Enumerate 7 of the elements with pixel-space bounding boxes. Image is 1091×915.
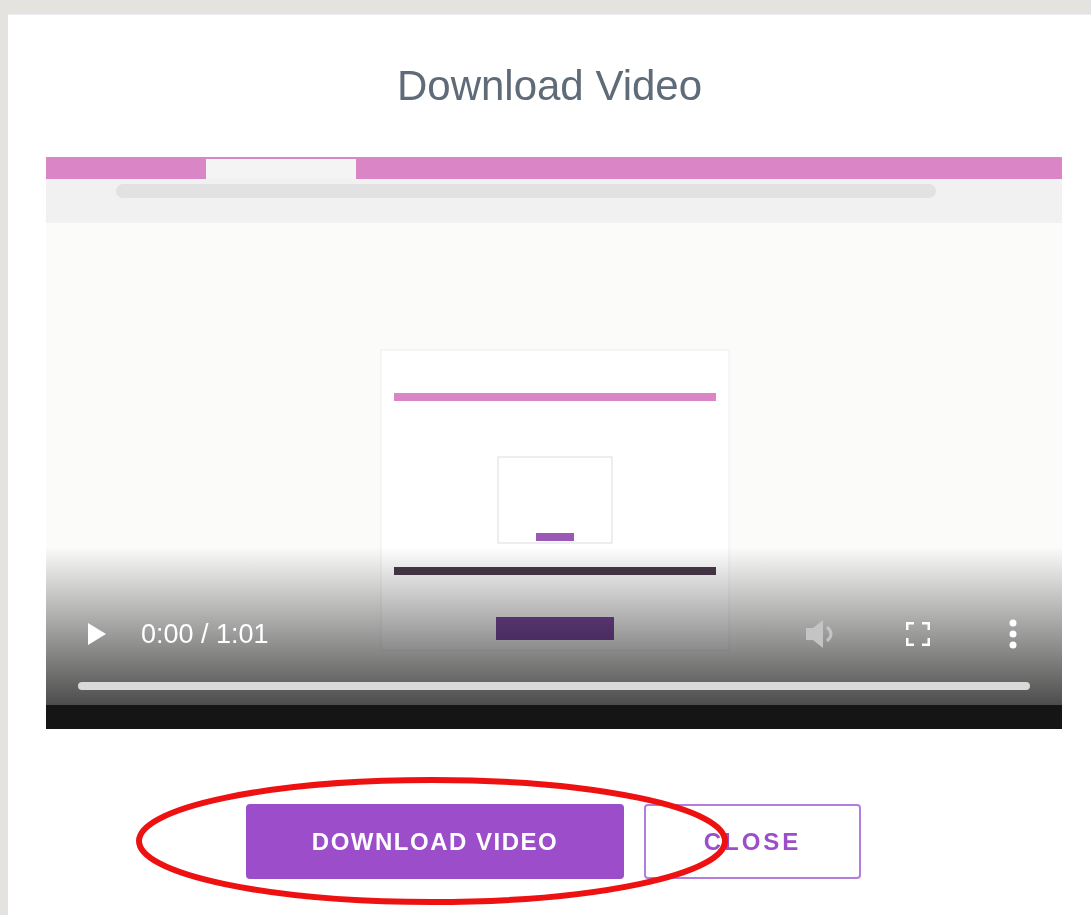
progress-track[interactable]: [78, 682, 1030, 690]
play-icon[interactable]: [88, 623, 106, 645]
download-button[interactable]: DOWNLOAD VIDEO: [246, 804, 624, 879]
dialog-title: Download Video: [395, 61, 704, 111]
more-options-icon[interactable]: [1009, 619, 1017, 649]
fullscreen-icon[interactable]: [906, 622, 930, 646]
video-time: 0:00 / 1:01: [141, 618, 269, 651]
